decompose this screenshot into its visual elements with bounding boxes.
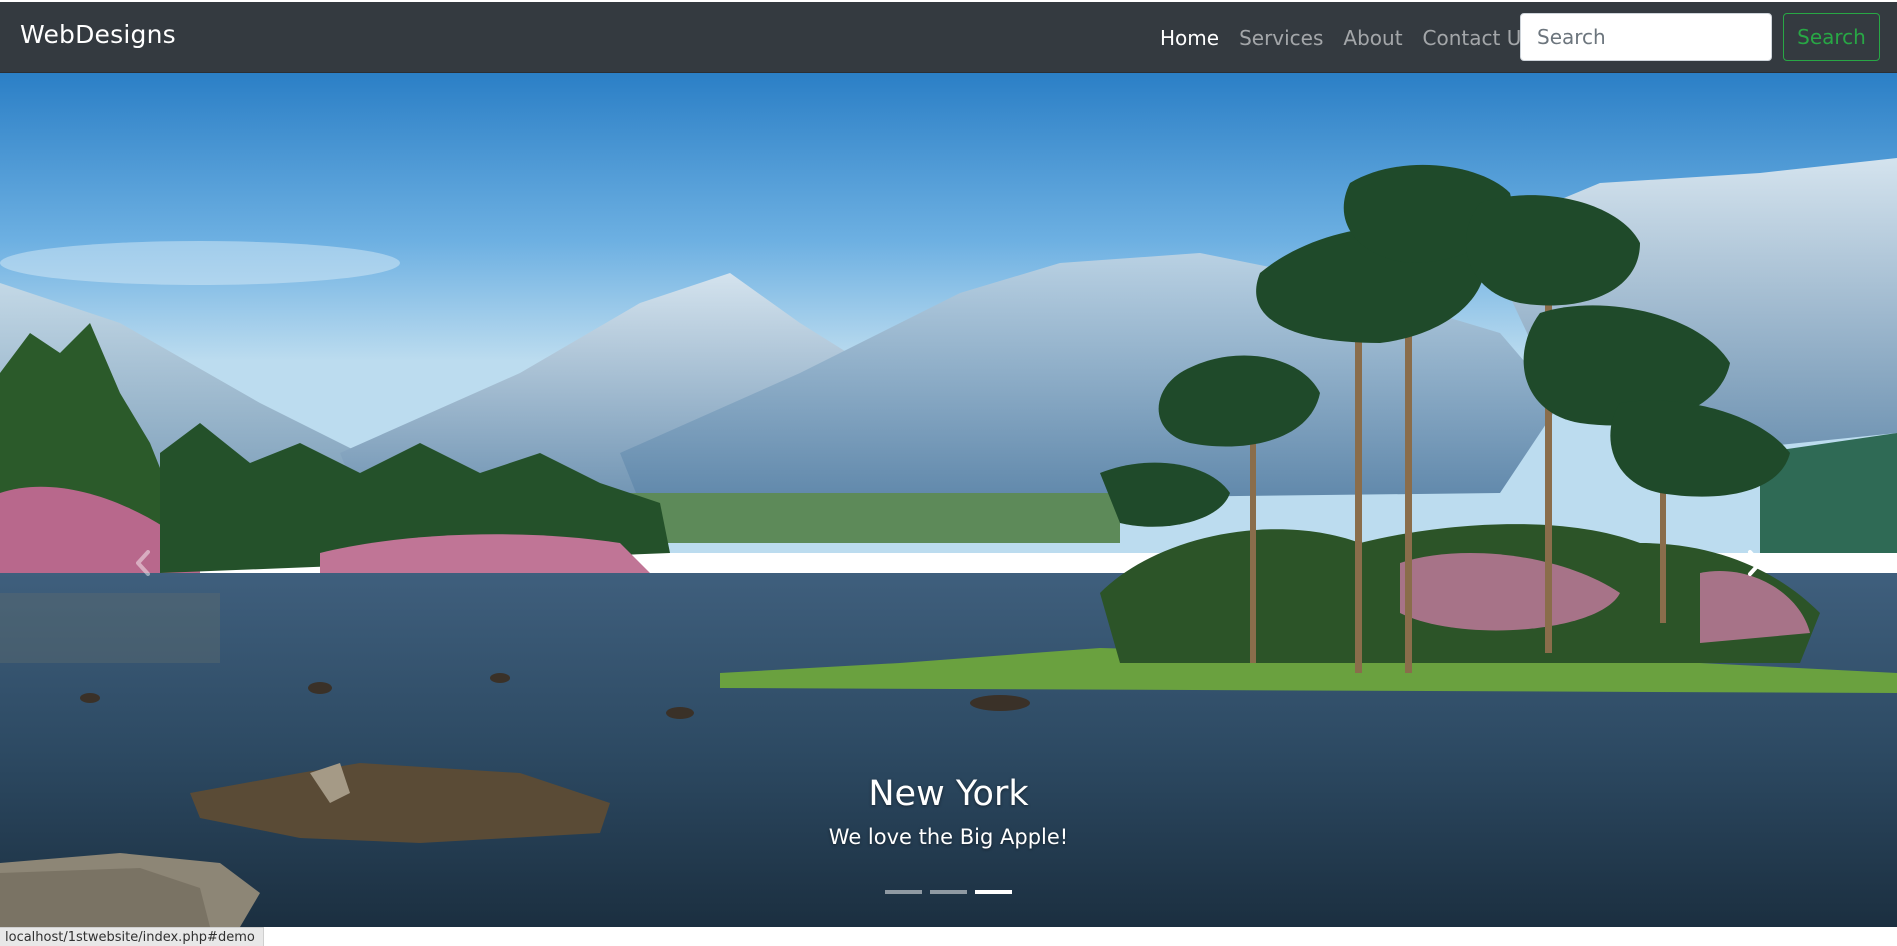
nav-link-home[interactable]: Home	[1150, 26, 1229, 50]
page-bottom	[0, 927, 1897, 946]
carousel-indicator-2[interactable]	[930, 890, 967, 894]
carousel-next-control[interactable]	[1740, 543, 1770, 583]
page: WebDesigns Home Services About Contact U…	[0, 0, 1897, 946]
navbar-brand[interactable]: WebDesigns	[20, 20, 176, 49]
search-button[interactable]: Search	[1783, 13, 1880, 61]
carousel-indicator-3[interactable]	[975, 890, 1012, 894]
nav-links: Home Services About Contact Us	[1150, 26, 1542, 50]
carousel-indicator-1[interactable]	[885, 890, 922, 894]
slide-text: We love the Big Apple!	[828, 825, 1069, 849]
carousel-caption: New York We love the Big Apple!	[0, 773, 1897, 849]
chevron-right-icon	[1748, 550, 1762, 576]
carousel: New York We love the Big Apple!	[0, 73, 1897, 927]
carousel-prev-control[interactable]	[128, 543, 158, 583]
nav-link-services[interactable]: Services	[1229, 26, 1333, 50]
navbar: WebDesigns Home Services About Contact U…	[0, 2, 1897, 73]
nav-link-about[interactable]: About	[1333, 26, 1412, 50]
status-bar-url: localhost/1stwebsite/index.php#demo	[0, 927, 264, 946]
slide-title: New York	[868, 774, 1029, 814]
chevron-left-icon	[136, 550, 150, 576]
search-input[interactable]	[1520, 13, 1772, 61]
carousel-indicators	[0, 890, 1897, 894]
